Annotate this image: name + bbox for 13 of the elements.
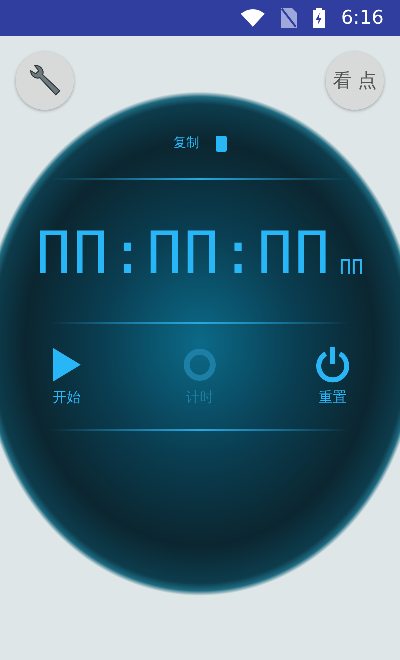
- copy-toggle[interactable]: [216, 136, 226, 152]
- copy-label: 复制: [174, 135, 200, 153]
- timer-display: ΠΠ:ΠΠ:ΠΠ: [36, 224, 332, 282]
- power-icon: [315, 346, 351, 384]
- battery-charging-icon: [313, 8, 326, 28]
- reset-button[interactable]: 重置: [298, 346, 368, 408]
- start-button[interactable]: 开始: [32, 346, 102, 408]
- milliseconds-display: ΠΠ: [340, 254, 364, 280]
- wifi-icon: [241, 9, 266, 27]
- no-sim-icon: [281, 8, 298, 28]
- news-button[interactable]: 看 点: [326, 52, 384, 110]
- settings-button[interactable]: [16, 52, 74, 110]
- status-time: 6:16: [341, 6, 384, 31]
